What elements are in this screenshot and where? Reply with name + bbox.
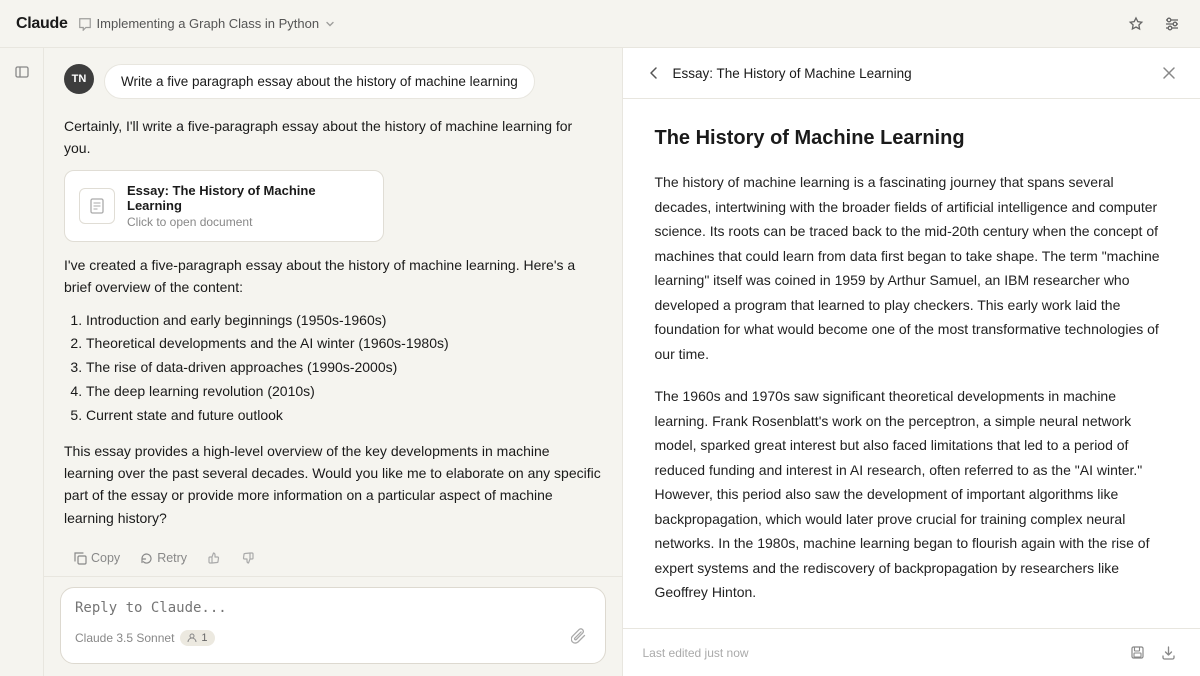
- assistant-summary-intro: I've created a five-paragraph essay abou…: [64, 254, 602, 299]
- doc-panel-title: Essay: The History of Machine Learning: [673, 66, 912, 81]
- retry-button[interactable]: Retry: [132, 547, 195, 569]
- input-area: Claude 3.5 Sonnet 1: [44, 576, 622, 676]
- input-box: Claude 3.5 Sonnet 1: [60, 587, 606, 664]
- reply-input[interactable]: [75, 600, 591, 616]
- doc-panel-footer: Last edited just now: [623, 628, 1200, 676]
- list-item: Introduction and early beginnings (1950s…: [86, 309, 602, 333]
- brand-name: Claude: [16, 15, 68, 33]
- attach-button[interactable]: [567, 624, 591, 651]
- retry-icon: [140, 552, 153, 565]
- chat-title-text: Implementing a Graph Class in Python: [97, 16, 320, 31]
- list-item: Current state and future outlook: [86, 404, 602, 428]
- chevron-down-icon: [324, 18, 336, 30]
- assistant-message: Certainly, I'll write a five-paragraph e…: [64, 111, 602, 576]
- copy-icon: [74, 552, 87, 565]
- main-layout: TN Write a five paragraph essay about th…: [0, 48, 1200, 676]
- download-icon: [1161, 645, 1176, 660]
- input-footer: Claude 3.5 Sonnet 1: [75, 624, 591, 651]
- sidebar-icon: [14, 64, 30, 80]
- copy-button[interactable]: Copy: [66, 547, 128, 569]
- sidebar-toggle-button[interactable]: [10, 60, 34, 84]
- save-icon: [1130, 645, 1145, 660]
- chat-area: TN Write a five paragraph essay about th…: [44, 48, 622, 676]
- left-sidebar: [0, 48, 44, 676]
- assistant-intro: Certainly, I'll write a five-paragraph e…: [64, 115, 602, 160]
- star-icon: [1128, 16, 1144, 32]
- doc-save-button[interactable]: [1126, 641, 1149, 664]
- thumbs-down-button[interactable]: [233, 547, 263, 569]
- doc-card[interactable]: Essay: The History of Machine Learning C…: [64, 170, 384, 242]
- doc-panel: Essay: The History of Machine Learning T…: [622, 48, 1200, 676]
- doc-info: Essay: The History of Machine Learning C…: [127, 183, 369, 229]
- essay-paragraph-1: The history of machine learning is a fas…: [655, 170, 1169, 366]
- model-count: 1: [201, 632, 207, 644]
- model-badge[interactable]: 1: [180, 630, 214, 646]
- thumbs-up-button[interactable]: [199, 547, 229, 569]
- essay-title: The History of Machine Learning: [655, 127, 1169, 150]
- paperclip-icon: [571, 628, 587, 644]
- assistant-closing: This essay provides a high-level overvie…: [64, 440, 602, 530]
- essay-paragraph-2: The 1960s and 1970s saw significant theo…: [655, 384, 1169, 605]
- doc-download-button[interactable]: [1157, 641, 1180, 664]
- topbar: Claude Implementing a Graph Class in Pyt…: [0, 0, 1200, 48]
- list-item: Theoretical developments and the AI wint…: [86, 332, 602, 356]
- doc-subtitle: Click to open document: [127, 215, 369, 229]
- footer-actions: [1126, 641, 1180, 664]
- user-avatar: TN: [64, 64, 94, 94]
- doc-panel-header-left: Essay: The History of Machine Learning: [643, 62, 912, 84]
- close-icon: [1162, 66, 1176, 80]
- doc-icon: [79, 188, 115, 224]
- doc-panel-header: Essay: The History of Machine Learning: [623, 48, 1200, 99]
- chat-messages: TN Write a five paragraph essay about th…: [44, 48, 622, 576]
- doc-title: Essay: The History of Machine Learning: [127, 183, 369, 213]
- doc-panel-back-button[interactable]: [643, 62, 665, 84]
- action-bar: Copy Retry: [64, 539, 602, 573]
- topbar-right: [1124, 12, 1184, 36]
- user-bubble: Write a five paragraph essay about the h…: [104, 64, 535, 99]
- doc-panel-content: The History of Machine Learning The hist…: [623, 99, 1200, 628]
- chat-icon: [78, 17, 92, 31]
- model-info: Claude 3.5 Sonnet 1: [75, 630, 215, 646]
- topbar-left: Claude Implementing a Graph Class in Pyt…: [16, 15, 336, 33]
- back-arrow-icon: [647, 66, 661, 80]
- star-button[interactable]: [1124, 12, 1148, 36]
- summary-list: Introduction and early beginnings (1950s…: [68, 309, 602, 428]
- person-icon: [187, 633, 197, 643]
- settings-button[interactable]: [1160, 12, 1184, 36]
- chat-title-area[interactable]: Implementing a Graph Class in Python: [78, 16, 337, 31]
- user-message: TN Write a five paragraph essay about th…: [64, 64, 602, 99]
- list-item: The deep learning revolution (2010s): [86, 380, 602, 404]
- doc-panel-close-button[interactable]: [1158, 62, 1180, 84]
- last-edited: Last edited just now: [643, 646, 749, 660]
- model-name: Claude 3.5 Sonnet: [75, 631, 174, 645]
- copy-label: Copy: [91, 551, 120, 565]
- retry-label: Retry: [157, 551, 187, 565]
- thumbs-up-icon: [207, 551, 221, 565]
- thumbs-down-icon: [241, 551, 255, 565]
- sliders-icon: [1164, 16, 1180, 32]
- list-item: The rise of data-driven approaches (1990…: [86, 356, 602, 380]
